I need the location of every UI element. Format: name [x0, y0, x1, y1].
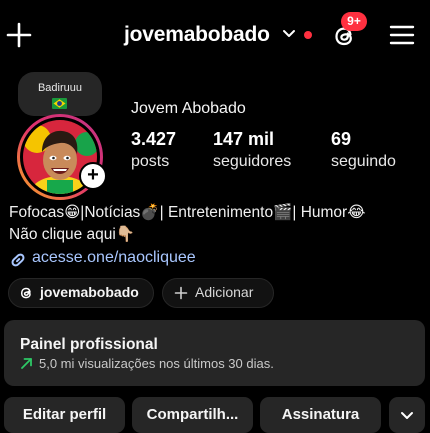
display-name: Jovem Abobado [131, 100, 246, 117]
bio-line-2: Não clique aqui👇🏼 [9, 226, 136, 243]
followers-count[interactable]: 147 mil [213, 129, 274, 150]
link-icon [11, 253, 25, 267]
new-post-plus-icon[interactable] [4, 20, 34, 50]
notification-badge: 9+ [341, 12, 367, 31]
share-profile-button[interactable]: Compartilh... [132, 397, 253, 433]
profile-note-bubble[interactable] [18, 72, 102, 116]
following-count[interactable]: 69 [331, 129, 351, 150]
bio-line-1: Fofocas😁|Notícias💣| Entretenimento🎬| Hum… [9, 204, 366, 221]
chevron-down-icon [401, 412, 413, 419]
brazil-flag-icon [52, 98, 67, 109]
bio-link[interactable]: acesse.one/naocliquee [32, 249, 196, 267]
profile-note-text: Badiruuu [37, 82, 83, 94]
chevron-down-icon[interactable] [282, 29, 296, 39]
unread-dot [304, 31, 312, 39]
threads-chip-label: jovemabobado [40, 284, 139, 300]
posts-label[interactable]: posts [131, 153, 169, 171]
add-story-button[interactable]: + [79, 162, 107, 190]
panel-title: Painel profissional [20, 336, 158, 353]
account-username[interactable]: jovemabobado [124, 23, 270, 47]
menu-icon[interactable] [389, 24, 415, 46]
threads-icon [20, 287, 31, 299]
more-options-button[interactable] [389, 397, 425, 433]
trend-up-arrow-icon [21, 358, 32, 369]
posts-count[interactable]: 3.427 [131, 129, 176, 150]
followers-label[interactable]: seguidores [213, 153, 291, 171]
plus-icon: + [87, 164, 99, 186]
following-label[interactable]: seguindo [331, 153, 396, 171]
panel-subtitle: 5,0 mi visualizações nos últimos 30 dias… [39, 356, 274, 371]
plus-icon [174, 286, 188, 300]
add-chip-label: Adicionar [195, 284, 254, 300]
edit-profile-button[interactable]: Editar perfil [4, 397, 125, 433]
subscription-button[interactable]: Assinatura [260, 397, 381, 433]
